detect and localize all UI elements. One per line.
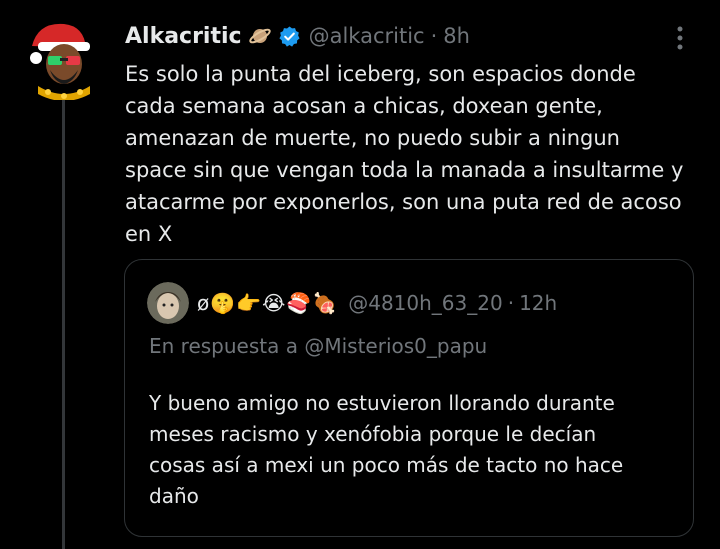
tweet-header: Alkacritic @alkacritic · 8h (125, 18, 470, 54)
reply-context[interactable]: En respuesta a @Misterios0_papu (149, 334, 487, 358)
separator-dot: · (430, 24, 438, 48)
thread-connector-line (62, 100, 65, 549)
quoted-separator-dot: · (507, 291, 515, 315)
quoted-tweet-body: Y bueno amigo no estuvieron llorando dur… (149, 391, 624, 508)
author-avatar[interactable] (24, 16, 102, 100)
tweet-body: Es solo la punta del iceberg, son espaci… (125, 62, 684, 246)
verified-badge-icon[interactable] (278, 25, 301, 48)
ringed-planet-icon (248, 28, 271, 44)
author-name[interactable]: Alkacritic (125, 24, 242, 49)
quoted-tweet-card[interactable]: ø🤫👉😭🍣🍖 @4810h_63_20 · 12h En respuesta a… (124, 259, 694, 537)
quoted-author-name[interactable]: ø🤫👉😭🍣🍖 (197, 291, 338, 315)
quoted-author-handle[interactable]: @4810h_63_20 (348, 291, 502, 315)
quoted-tweet-header: ø🤫👉😭🍣🍖 @4810h_63_20 · 12h (147, 282, 557, 324)
quoted-author-avatar[interactable] (147, 282, 189, 324)
author-handle[interactable]: @alkacritic (309, 24, 425, 48)
tweet-timestamp[interactable]: 8h (443, 24, 470, 48)
quoted-timestamp[interactable]: 12h (519, 291, 557, 315)
vertical-ellipsis-icon[interactable] (670, 24, 690, 52)
